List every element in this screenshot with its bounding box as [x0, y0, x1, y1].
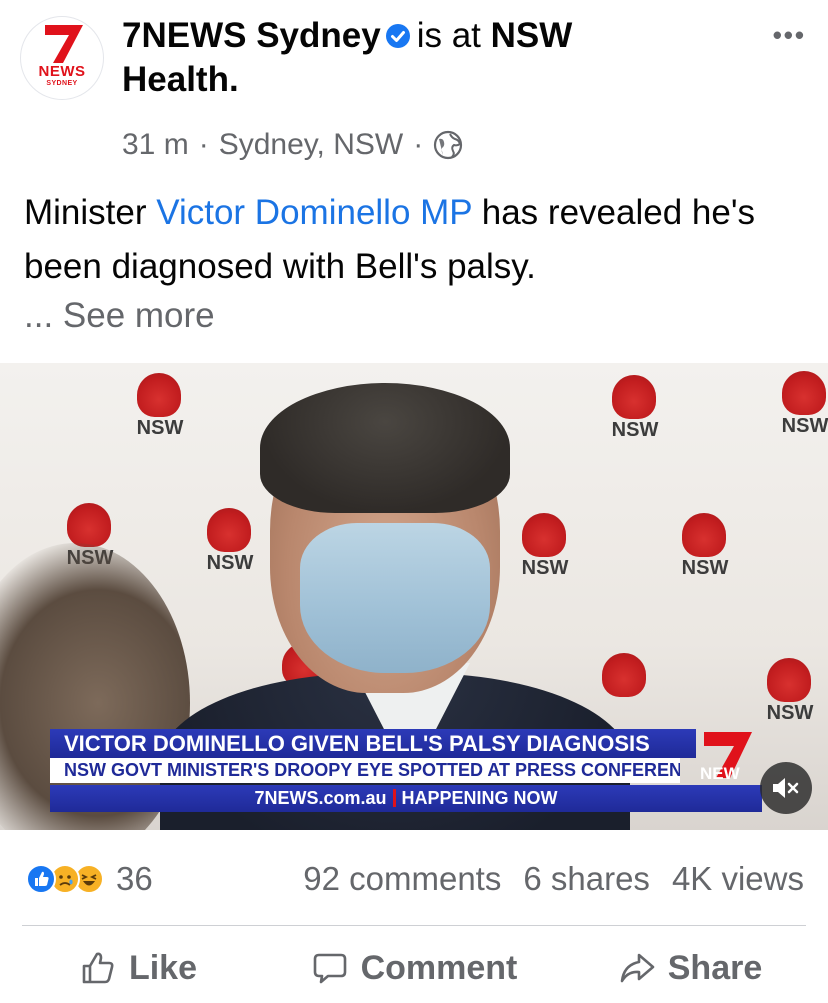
post-stats: 92 comments 6 shares 4K views: [303, 860, 804, 898]
news-ticker: 7NEWS.com.au HAPPENING NOW: [50, 785, 762, 812]
ticker-site: 7NEWS.com.au: [254, 788, 387, 808]
reactions-summary[interactable]: 36: [26, 860, 153, 898]
nsw-backdrop-logo: NSW: [755, 658, 825, 728]
page-avatar[interactable]: NEWS SYDNEY: [20, 16, 104, 100]
reaction-count: 36: [116, 860, 153, 897]
verified-badge-icon: [385, 24, 410, 48]
avatar-logo-city: SYDNEY: [46, 80, 78, 87]
meta-separator: ·: [198, 128, 209, 161]
share-button[interactable]: Share: [552, 940, 828, 996]
comment-bubble-icon: [313, 953, 346, 984]
thumbs-up-icon: [82, 952, 114, 984]
post-meta: 31 m · Sydney, NSW ·: [122, 128, 463, 162]
post-header: 7NEWS Sydney is at NSW Health.: [122, 14, 682, 102]
post-actions: Like Comment Share: [0, 940, 828, 996]
globe-icon: [434, 130, 463, 160]
is-at-text: is at: [416, 16, 481, 55]
post-body: Minister Victor Dominello MP has reveale…: [24, 186, 814, 294]
post-place[interactable]: Sydney, NSW: [219, 128, 404, 162]
channel-brand-text: NEW: [700, 764, 740, 783]
7news-logo-icon: [45, 25, 83, 63]
meta-separator: ·: [413, 128, 424, 161]
like-label: Like: [128, 948, 198, 987]
share-label: Share: [667, 948, 763, 987]
nsw-backdrop-logo: NSW: [670, 513, 740, 583]
muted-speaker-icon[interactable]: [760, 762, 812, 814]
see-more-link[interactable]: ... See more: [24, 296, 215, 336]
views-count: 4K views: [671, 860, 804, 897]
face-mask: [300, 523, 490, 673]
shares-count-link[interactable]: 6 shares: [523, 860, 650, 898]
nsw-backdrop-logo: NSW: [770, 371, 828, 441]
like-icon: [26, 864, 56, 894]
comment-button[interactable]: Comment: [276, 940, 552, 996]
comments-count-link[interactable]: 92 comments: [303, 860, 501, 898]
share-arrow-icon: [620, 953, 655, 983]
mention-link[interactable]: Victor Dominello MP: [156, 193, 472, 232]
more-options-icon[interactable]: •••: [773, 20, 806, 51]
avatar-logo-word: NEWS: [38, 63, 86, 80]
ticker-status: HAPPENING NOW: [401, 788, 558, 808]
news-subheadline: NSW GOVT MINISTER'S DROOPY EYE SPOTTED A…: [50, 758, 680, 783]
page-name-link[interactable]: 7NEWS Sydney: [122, 16, 381, 55]
nsw-backdrop-logo: NSW: [125, 373, 195, 443]
post-text-before: Minister: [24, 193, 157, 232]
post-time[interactable]: 31 m: [122, 128, 189, 162]
comment-label: Comment: [360, 948, 518, 987]
like-button[interactable]: Like: [0, 940, 276, 996]
divider: [22, 925, 806, 926]
news-headline: VICTOR DOMINELLO GIVEN BELL'S PALSY DIAG…: [50, 729, 696, 758]
